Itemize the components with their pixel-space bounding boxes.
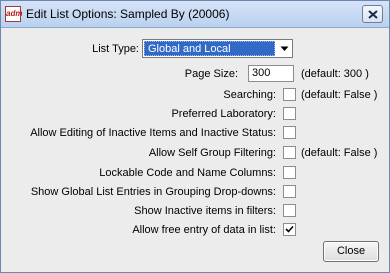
show-inactive-items-label: Show Inactive items in filters: [134,205,276,217]
preferred-laboratory-label: Preferred Laboratory: [171,108,276,120]
chevron-down-icon[interactable] [277,41,292,56]
allow-editing-inactive-label: Allow Editing of Inactive Items and Inac… [30,127,276,139]
edit-list-options-dialog: adm Edit List Options: Sampled By (20006… [0,0,390,273]
preferred-laboratory-checkbox[interactable] [283,107,296,120]
list-type-selected-value: Global and Local [144,41,275,56]
allow-self-group-filtering-label: Allow Self Group Filtering: [148,147,276,159]
list-type-label: List Type: [92,43,139,55]
show-global-entries-checkbox[interactable] [283,185,296,198]
checkmark-icon [285,225,294,233]
close-button[interactable]: Close [323,241,379,262]
show-inactive-items-checkbox[interactable] [283,204,296,217]
lockable-columns-label: Lockable Code and Name Columns: [99,167,276,179]
self-group-filtering-default-note: (default: False ) [301,147,378,159]
searching-label: Searching: [223,89,276,101]
allow-free-entry-label: Allow free entry of data in list: [132,224,276,236]
page-size-default-note: (default: 300 ) [301,68,369,80]
searching-default-note: (default: False ) [301,89,378,101]
searching-checkbox[interactable] [283,88,296,101]
close-icon [368,10,378,19]
window-title: Edit List Options: Sampled By (20006) [26,7,230,21]
page-size-label: Page Size: [184,68,238,80]
page-size-input[interactable]: 300 [248,65,294,82]
allow-free-entry-checkbox[interactable] [283,223,296,236]
allow-self-group-filtering-checkbox[interactable] [283,146,296,159]
app-icon: adm [5,6,22,22]
list-type-select[interactable]: Global and Local [142,39,293,58]
allow-editing-inactive-checkbox[interactable] [283,126,296,139]
lockable-columns-checkbox[interactable] [283,166,296,179]
close-window-button[interactable] [362,5,383,23]
show-global-entries-label: Show Global List Entries in Grouping Dro… [30,186,276,198]
title-bar[interactable]: adm Edit List Options: Sampled By (20006… [1,1,389,28]
